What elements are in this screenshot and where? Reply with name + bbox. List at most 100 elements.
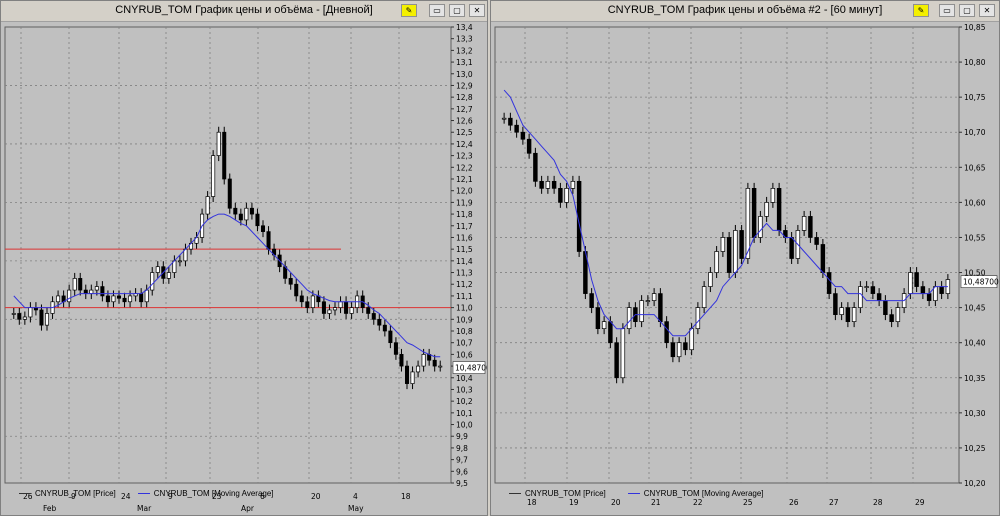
candle-body <box>404 365 410 384</box>
candle-body <box>751 188 757 238</box>
close-button[interactable]: ✕ <box>979 4 995 17</box>
candle-body <box>11 313 16 315</box>
candle-body <box>28 307 33 318</box>
close-button[interactable]: ✕ <box>469 4 485 17</box>
legend-ma-swatch <box>137 492 150 494</box>
candle-body <box>105 295 110 303</box>
y-tick-label: 12,2 <box>456 163 473 172</box>
pin-button[interactable]: ✎ <box>401 4 417 17</box>
price-chart-60min[interactable]: 10,8510,8010,7510,7010,6510,6010,5510,50… <box>491 21 999 515</box>
candle-body <box>501 117 507 120</box>
candle-body <box>349 307 354 314</box>
legend-ma: CNYRUB_TOM [Moving Average] <box>137 487 274 499</box>
candle-body <box>139 293 144 303</box>
pin-button[interactable]: ✎ <box>913 4 929 17</box>
candle-body <box>128 295 133 303</box>
chart-legend: CNYRUB_TOM [Price] CNYRUB_TOM [Moving Av… <box>509 487 764 499</box>
legend-price: CNYRUB_TOM [Price] <box>509 487 606 499</box>
candle-body <box>216 131 221 156</box>
candle-body <box>288 278 293 285</box>
plot-area <box>4 26 452 484</box>
candle-body <box>683 342 688 351</box>
candle-body <box>645 300 651 302</box>
candle-body <box>205 196 210 215</box>
x-tick-label: 4 <box>353 492 358 501</box>
minimize-button[interactable]: ▭ <box>939 4 955 17</box>
maximize-button[interactable]: ▢ <box>959 4 975 17</box>
candle-body <box>305 301 310 308</box>
legend-ma-swatch <box>627 492 640 494</box>
candle-body <box>858 286 863 308</box>
candle-body <box>820 244 826 273</box>
price-chart-daily[interactable]: 13,4 13,3 13,2 13,1 13,0 12,9 12,8 12,7 12,6 12,5… <box>1 21 487 515</box>
x-tick-label: 28 <box>873 498 883 507</box>
candle-body <box>249 207 254 215</box>
y-tick-label: 10,55 <box>964 233 986 242</box>
candle-body <box>845 307 851 322</box>
y-tick-label: 11,4 <box>456 257 473 266</box>
candle-body <box>939 286 944 294</box>
legend-price-label: CNYRUB_TOM [Price] <box>525 488 606 498</box>
candle-body <box>664 321 669 344</box>
y-tick-label: 9,9 <box>456 432 468 441</box>
candle-body <box>595 307 601 330</box>
y-tick-label: 10,9 <box>456 315 473 324</box>
candle-body <box>733 230 738 273</box>
y-tick-label: 9,8 <box>456 444 468 453</box>
y-tick-label: 11,6 <box>456 233 473 242</box>
candle-body <box>920 286 926 294</box>
candle-body <box>708 272 713 287</box>
legend-ma: CNYRUB_TOM [Moving Average] <box>627 487 764 499</box>
y-tick-label: 13,3 <box>456 35 473 44</box>
candle-body <box>150 272 155 291</box>
y-tick-label: 10,45 <box>964 304 986 313</box>
candle-body <box>714 251 719 273</box>
candle-body <box>344 301 349 314</box>
candle-body <box>670 342 676 358</box>
x-tick-label: 20 <box>311 492 321 501</box>
x-month-label: Mar <box>137 504 152 513</box>
candle-body <box>338 301 343 308</box>
candle-body <box>695 307 701 330</box>
candle-body <box>833 293 838 315</box>
candle-body <box>808 216 813 238</box>
candle-body <box>321 301 326 314</box>
candle-body <box>626 307 632 330</box>
candle-body <box>870 286 876 294</box>
candle-body <box>22 316 27 320</box>
x-month-label: May <box>348 504 364 513</box>
y-tick-label: 10,7 <box>456 339 473 348</box>
y-tick-label: 10,6 <box>456 350 473 359</box>
candle-body <box>432 359 437 367</box>
x-tick-label: 20 <box>611 498 621 507</box>
title-bar[interactable]: CNYRUB_TOM График цены и объёма #2 - [60… <box>491 1 999 22</box>
candle-body <box>533 152 538 182</box>
candle-body <box>701 286 707 308</box>
legend-ma-label: CNYRUB_TOM [Moving Average] <box>643 488 764 498</box>
candle-body <box>558 188 563 203</box>
y-tick-label: 10,25 <box>964 444 986 453</box>
y-tick-label: 10,2 <box>456 397 473 406</box>
candle-body <box>116 295 122 299</box>
candle-body <box>39 309 44 326</box>
candle-body <box>294 283 299 297</box>
candle-body <box>410 371 415 384</box>
y-tick-label: 10,30 <box>964 409 986 418</box>
minimize-button[interactable]: ▭ <box>429 4 445 17</box>
candle-body <box>421 354 426 367</box>
y-tick-label: 10,40 <box>964 339 986 348</box>
candle-body <box>614 342 619 379</box>
candle-body <box>382 324 387 332</box>
maximize-button[interactable]: ▢ <box>449 4 465 17</box>
legend-price-swatch <box>19 492 31 494</box>
candle-body <box>327 309 332 314</box>
title-bar[interactable]: CNYRUB_TOM График цены и объёма - [Дневн… <box>1 1 487 22</box>
y-tick-label: 12,5 <box>456 128 473 137</box>
candle-body <box>89 289 94 294</box>
y-tick-label: 10,75 <box>964 93 986 102</box>
candle-body <box>608 321 613 344</box>
candle-body <box>601 321 607 330</box>
y-tick-label: 10,4 <box>456 374 473 383</box>
candle-body <box>564 188 569 203</box>
y-tick-label: 11,0 <box>456 304 473 313</box>
